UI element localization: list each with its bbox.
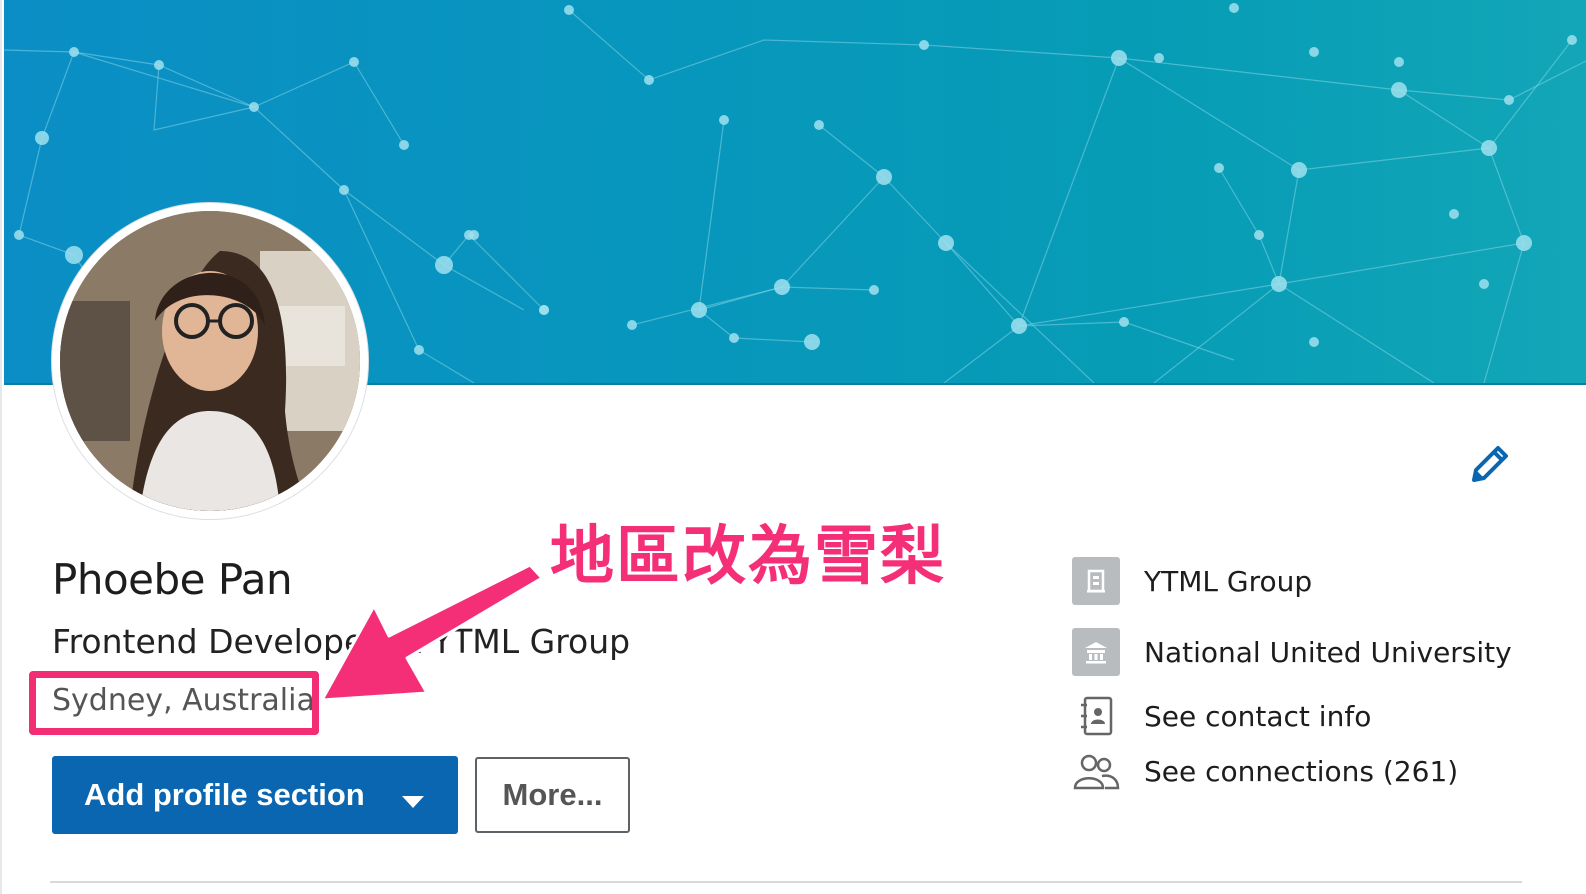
connections-link[interactable]: See connections (261) bbox=[1144, 755, 1458, 788]
add-profile-section-label: Add profile section bbox=[84, 777, 365, 812]
edit-pencil-icon[interactable] bbox=[1466, 440, 1514, 488]
sidebar-item-company[interactable]: YTML Group bbox=[1072, 557, 1312, 605]
location-highlight-box bbox=[29, 671, 319, 735]
profile-photo bbox=[60, 211, 360, 511]
company-name: YTML Group bbox=[1144, 564, 1313, 598]
school-icon bbox=[1072, 628, 1120, 676]
section-divider bbox=[50, 881, 1522, 883]
profile-avatar[interactable] bbox=[52, 203, 368, 519]
school-name: National United University bbox=[1144, 635, 1512, 669]
more-label: More... bbox=[502, 777, 603, 812]
profile-name: Phoebe Pan bbox=[52, 555, 293, 604]
contact-info-link[interactable]: See contact info bbox=[1144, 700, 1371, 733]
more-button[interactable]: More... bbox=[475, 757, 630, 833]
connections-icon bbox=[1072, 747, 1120, 795]
profile-headline: Frontend Developer at YTML Group bbox=[52, 622, 631, 661]
sidebar-item-school[interactable]: National United University bbox=[1072, 628, 1512, 676]
sidebar-item-contact-info[interactable]: See contact info bbox=[1072, 692, 1371, 740]
sidebar-item-connections[interactable]: See connections (261) bbox=[1072, 747, 1458, 795]
add-profile-section-button[interactable]: Add profile section bbox=[52, 756, 458, 834]
profile-card: Phoebe Pan Frontend Developer at YTML Gr… bbox=[0, 0, 1586, 894]
annotation-text: 地區改為雪梨 bbox=[550, 520, 946, 594]
contact-card-icon bbox=[1072, 692, 1120, 740]
chevron-down-icon bbox=[402, 796, 424, 808]
company-icon bbox=[1072, 557, 1120, 605]
